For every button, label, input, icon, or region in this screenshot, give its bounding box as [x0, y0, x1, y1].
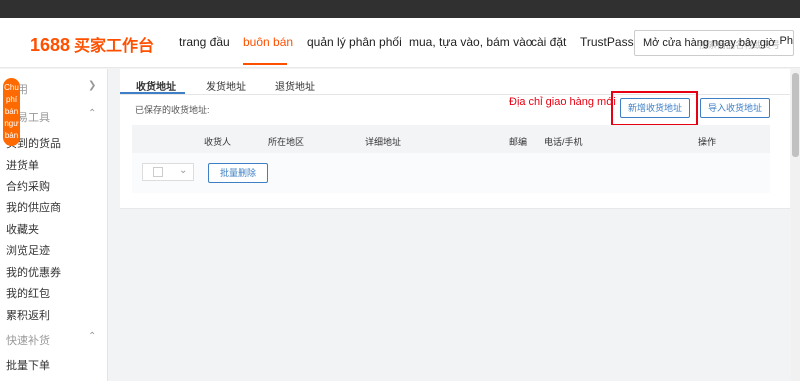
logo-number: 1688 [30, 35, 71, 55]
tab-receiving-address[interactable]: 收货地址 [136, 78, 176, 93]
nav-home[interactable]: trang đầu [179, 35, 230, 49]
floating-badge[interactable]: Chu phí bán ngư bản [3, 78, 20, 146]
browser-top-strip [0, 0, 800, 18]
tab-return-address[interactable]: 退货地址 [275, 78, 315, 93]
search-value: Mở cửa hàng ngay bây giờ [643, 37, 776, 49]
nav-trustpass[interactable]: TrustPass [580, 35, 634, 49]
tab-shipping-address[interactable]: 发货地址 [206, 78, 246, 93]
import-address-button[interactable]: 导入收货地址 [700, 98, 770, 118]
badge-line: ngư [4, 119, 19, 128]
search-button-label[interactable]: Ph [780, 35, 793, 47]
logo-text: 买家工作台 [74, 38, 155, 55]
select-all-dropdown[interactable]: ⌄ [142, 163, 194, 181]
checkbox[interactable] [153, 167, 163, 177]
sidebar-item-suppliers[interactable]: 我的供应商 [6, 199, 61, 215]
nav-settings[interactable]: cài đặt [531, 35, 566, 49]
column-zipcode: 邮编 [509, 137, 528, 147]
batch-actions-row: ⌄ 批量删除 [132, 153, 770, 193]
nav-trade[interactable]: buôn bán [243, 35, 293, 49]
nav-active-underline [243, 63, 287, 65]
column-receiver: 收货人 [204, 137, 232, 147]
badge-line: phí [5, 95, 18, 104]
sidebar-item-purchase-list[interactable]: 进货单 [6, 157, 39, 173]
sidebar-item-rebate[interactable]: 累积返利 [6, 307, 50, 323]
sidebar-item-bulk-order[interactable]: 批量下单 [6, 357, 50, 373]
saved-address-label: 已保存的收货地址: [135, 105, 210, 115]
table-header: 收货人 所在地区 详细地址 邮编 电话/手机 操作 [132, 125, 770, 153]
chevron-right-icon[interactable]: ❯ [88, 80, 96, 91]
sidebar-item-redpacket[interactable]: 我的红包 [6, 285, 50, 301]
address-card: 收货地址 发货地址 退货地址 已保存的收货地址: Địa chỉ giao hà… [120, 69, 790, 209]
column-actions: 操作 [698, 137, 717, 147]
top-header: 1688 买家工作台 trang đầu buôn bán quản lý phâ… [0, 18, 800, 68]
batch-delete-button[interactable]: 批量删除 [208, 163, 268, 183]
nav-purchase[interactable]: mua, tựa vào, bám vào [409, 35, 532, 49]
sidebar-item-favorites[interactable]: 收藏夹 [6, 221, 39, 237]
logo[interactable]: 1688 买家工作台 [30, 32, 154, 56]
add-address-button[interactable]: 新增收货地址 [620, 98, 690, 118]
sidebar-quick-restock[interactable]: 快速补货 [6, 332, 50, 348]
annotation-text: Địa chỉ giao hàng mới [509, 96, 616, 108]
sidebar-item-history[interactable]: 浏览足迹 [6, 242, 50, 258]
badge-line: Chu [4, 83, 19, 92]
nav-distribution[interactable]: quản lý phân phối [307, 35, 402, 49]
column-detail-address: 详细地址 [365, 137, 402, 147]
sidebar-item-coupons[interactable]: 我的优惠券 [6, 264, 61, 280]
badge-line: bán [4, 107, 19, 116]
chevron-down-icon[interactable]: ⌄ [179, 165, 187, 176]
scrollbar-thumb[interactable] [792, 73, 799, 157]
search-input[interactable]: 搜索商品名称或货号 Mở cửa hàng ngay bây giờ Ph [634, 30, 794, 56]
chevron-up-icon[interactable]: ⌃ [88, 108, 96, 119]
chevron-up-icon[interactable]: ⌃ [88, 331, 96, 342]
column-phone: 电话/手机 [544, 137, 583, 147]
page-scrollbar[interactable] [791, 69, 800, 381]
column-region: 所在地区 [268, 137, 305, 147]
sidebar-item-contract[interactable]: 合约采购 [6, 178, 50, 194]
badge-line: bản [4, 131, 19, 140]
